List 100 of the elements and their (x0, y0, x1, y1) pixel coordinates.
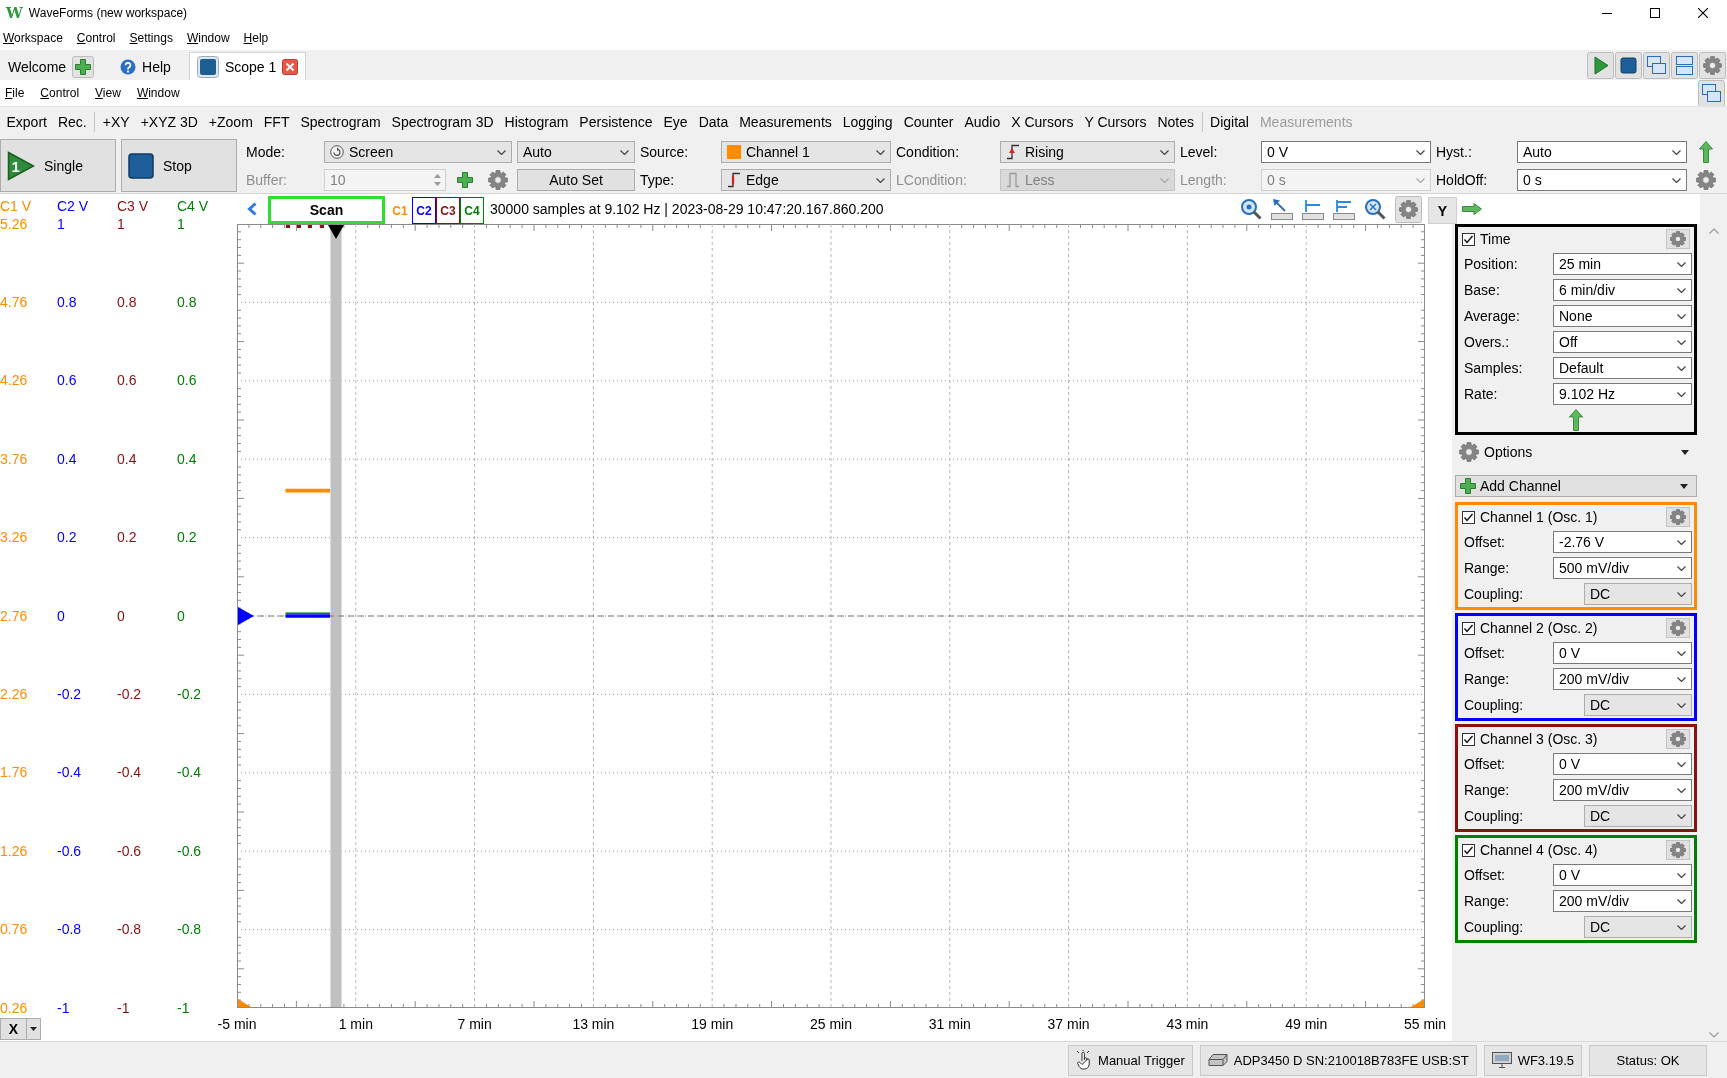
input-field[interactable]: 0 V (1553, 753, 1692, 775)
windows-icon[interactable] (1698, 79, 1725, 107)
channel-toggle[interactable]: C2 (412, 197, 436, 224)
toolbar-item[interactable]: Histogram (499, 113, 574, 130)
toolbar-item[interactable]: +XY (97, 113, 136, 130)
pointer-ruler-icon[interactable] (1271, 198, 1293, 220)
checkbox[interactable] (1462, 232, 1475, 246)
toolbar-item[interactable]: X Cursors (1005, 113, 1079, 130)
input-field[interactable]: Off (1553, 331, 1692, 353)
toolbar-item[interactable]: Export (1, 113, 53, 130)
axis-button[interactable]: X (0, 1018, 41, 1040)
maximize-icon[interactable] (1650, 8, 1660, 18)
input-field[interactable]: 200 mV/div (1553, 668, 1692, 690)
options-menu[interactable]: Options (1455, 438, 1697, 466)
add-icon[interactable] (457, 172, 473, 188)
chevron-left-icon[interactable] (247, 202, 257, 216)
menu-item[interactable]: Control (76, 31, 116, 45)
menu-item[interactable]: Help (243, 31, 269, 45)
menu-item[interactable]: Workspace (3, 31, 63, 45)
tab[interactable]: Help (112, 52, 179, 80)
menu-item[interactable]: Settings (129, 31, 173, 45)
toolbar-item[interactable]: Digital (1204, 113, 1255, 130)
dropdown[interactable]: DC (1584, 694, 1692, 716)
input-field[interactable]: 200 mV/div (1553, 890, 1692, 912)
stop-button[interactable]: Stop (121, 139, 237, 192)
menu-item[interactable]: Window (136, 86, 180, 100)
dropdown[interactable]: Channel 1 (721, 141, 891, 163)
gear-icon[interactable] (1699, 51, 1726, 79)
stop-icon[interactable] (1615, 51, 1642, 79)
input-field[interactable]: Auto (1517, 141, 1687, 163)
gear-icon[interactable] (488, 170, 508, 190)
gear-icon[interactable] (1395, 195, 1422, 223)
add-icon[interactable] (72, 55, 95, 78)
input-field[interactable]: Default (1553, 357, 1692, 379)
single-button[interactable]: 1 Single (0, 139, 116, 192)
toolbar-item[interactable]: Persistence (573, 113, 658, 130)
checkbox[interactable] (1462, 732, 1475, 746)
input-field[interactable]: 200 mV/div (1553, 779, 1692, 801)
toolbar-item[interactable]: Data (693, 113, 734, 130)
input-field[interactable]: 500 mV/div (1553, 557, 1692, 579)
toolbar-item[interactable]: Logging (837, 113, 899, 130)
input-field[interactable]: 0 V (1261, 141, 1431, 163)
action-button[interactable]: Auto Set (517, 169, 635, 191)
up-arrow-icon[interactable] (1699, 141, 1713, 163)
chevron-up-icon[interactable] (1708, 228, 1719, 234)
toolbar-item[interactable]: Spectrogram (294, 113, 387, 130)
dropdown[interactable]: Auto (517, 141, 635, 163)
input-field[interactable]: None (1553, 305, 1692, 327)
settings-button[interactable] (1666, 229, 1690, 249)
tab[interactable]: Scope 1 (188, 52, 307, 80)
version-button[interactable]: WF3.19.5 (1483, 1044, 1582, 1076)
menu-item[interactable]: Control (40, 86, 80, 100)
offset-marker-icon[interactable] (238, 607, 254, 625)
toolbar-item[interactable]: Measurements (733, 113, 838, 130)
channel-toggle[interactable]: C4 (460, 197, 484, 224)
ruler-icon[interactable] (1302, 198, 1324, 220)
ruler-icon[interactable] (1333, 198, 1355, 220)
windows-icon[interactable] (1643, 51, 1670, 79)
toolbar-item[interactable]: +XYZ 3D (135, 113, 204, 130)
input-field[interactable]: 0 V (1553, 642, 1692, 664)
minimize-icon[interactable] (1602, 12, 1612, 14)
input-field[interactable]: 0 V (1553, 864, 1692, 886)
input-field[interactable]: 25 min (1553, 253, 1692, 275)
play-icon[interactable] (1587, 51, 1614, 79)
checkbox[interactable] (1462, 510, 1475, 524)
dropdown[interactable]: DC (1584, 805, 1692, 827)
toolbar-item[interactable]: +Zoom (203, 113, 259, 130)
toolbar-item[interactable]: Rec. (52, 113, 93, 130)
settings-button[interactable] (1666, 507, 1690, 527)
checkbox[interactable] (1462, 843, 1475, 857)
chevron-down-icon[interactable] (1708, 1032, 1719, 1038)
gear-icon[interactable] (1696, 170, 1716, 190)
trigger-button[interactable]: Manual Trigger (1068, 1044, 1193, 1076)
menu-item[interactable]: View (95, 86, 121, 100)
toolbar-item[interactable]: Counter (898, 113, 959, 130)
dropdown[interactable]: Screen (324, 141, 512, 163)
settings-button[interactable] (1666, 618, 1690, 638)
toolbar-item[interactable]: Y Cursors (1079, 113, 1152, 130)
scan-button[interactable]: Scan (268, 196, 385, 224)
dropdown[interactable]: Edge (721, 169, 891, 191)
settings-button[interactable] (1666, 840, 1690, 860)
toolbar-item[interactable]: Audio (958, 113, 1006, 130)
magnifier-icon[interactable] (1364, 198, 1386, 220)
dropdown[interactable]: DC (1584, 583, 1692, 605)
add-channel-button[interactable]: Add Channel (1455, 475, 1697, 497)
input-field[interactable]: 6 min/div (1553, 279, 1692, 301)
settings-button[interactable] (1666, 729, 1690, 749)
axis-button[interactable]: Y (1428, 197, 1457, 224)
dropdown[interactable]: DC (1584, 916, 1692, 938)
toolbar-item[interactable]: Eye (658, 113, 694, 130)
up-arrow-icon[interactable] (1569, 408, 1583, 431)
menu-item[interactable]: Window (186, 31, 230, 45)
input-field[interactable]: 9.102 Hz (1553, 383, 1692, 405)
channel-toggle[interactable]: C3 (436, 197, 460, 224)
toolbar-item[interactable]: Notes (1151, 113, 1200, 130)
toolbar-item[interactable]: FFT (258, 113, 295, 130)
input-field[interactable]: 0 s (1517, 169, 1687, 191)
dropdown[interactable]: Rising (1000, 141, 1175, 163)
right-arrow-icon[interactable] (1462, 203, 1482, 215)
device-button[interactable]: ADP3450 D SN:210018B783FE USB:ST (1199, 1044, 1477, 1076)
